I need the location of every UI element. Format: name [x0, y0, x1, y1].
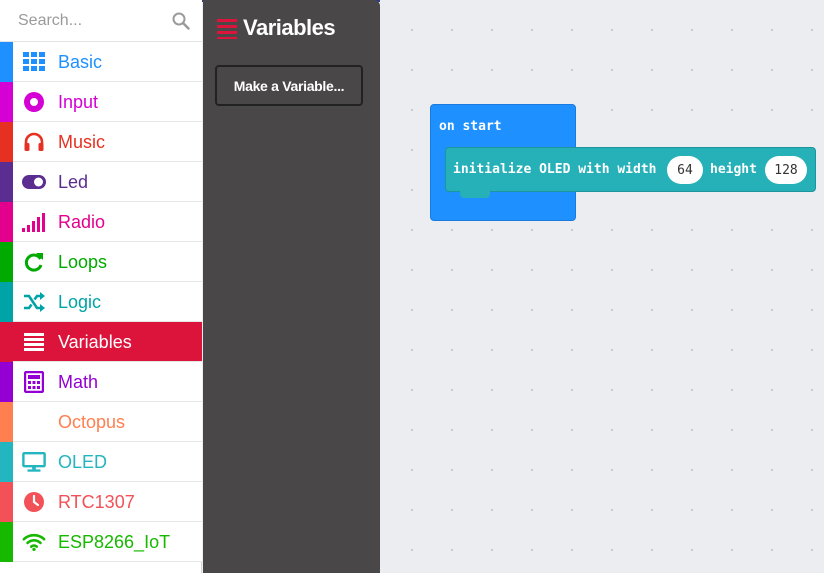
flyout-title: Variables — [243, 15, 336, 40]
category-color-bar — [0, 42, 13, 82]
category-basic[interactable]: Basic — [0, 42, 202, 82]
make-variable-button[interactable]: Make a Variable... — [215, 65, 363, 106]
headphones-icon — [22, 131, 46, 153]
category-oled[interactable]: OLED — [0, 442, 202, 482]
category-color-bar — [0, 282, 13, 322]
category-label: RTC1307 — [58, 492, 135, 512]
category-color-bar — [0, 402, 13, 442]
category-music[interactable]: Music — [0, 122, 202, 162]
initialize-oled-block[interactable]: initialize OLED with width 64 height 128 — [445, 147, 816, 192]
calculator-icon — [22, 371, 46, 393]
category-input[interactable]: Input — [0, 82, 202, 122]
clock-icon — [22, 491, 46, 513]
monitor-icon — [22, 451, 46, 473]
category-octopus[interactable]: Octopus — [0, 402, 202, 442]
category-label: ESP8266_IoT — [58, 532, 171, 552]
height-label: height — [710, 162, 757, 177]
toolbox: Search... Basic Input Music Led Radio Lo… — [0, 0, 202, 573]
category-loops[interactable]: Loops — [0, 242, 202, 282]
category-radio[interactable]: Radio — [0, 202, 202, 242]
blocks-workspace[interactable]: on start initialize OLED with width 64 h… — [380, 0, 824, 573]
width-value-input[interactable]: 64 — [667, 156, 703, 184]
category-color-bar — [0, 242, 13, 282]
category-label: Logic — [58, 292, 102, 312]
signal-bars-icon — [22, 211, 46, 233]
height-value-input[interactable]: 128 — [765, 156, 807, 184]
category-color-bar — [0, 482, 13, 522]
flyout-header: Variables — [217, 13, 336, 43]
grid-icon — [22, 51, 46, 73]
variables-flyout: Variables Make a Variable... — [203, 0, 380, 573]
category-label: Octopus — [58, 412, 126, 432]
category-label: Led — [58, 172, 89, 192]
init-block-label: initialize OLED with width — [453, 162, 657, 177]
category-color-bar — [0, 162, 13, 202]
on-start-label: on start — [439, 119, 502, 134]
list-lines-icon — [217, 19, 237, 39]
category-math[interactable]: Math — [0, 362, 202, 402]
block-notch — [460, 191, 490, 198]
category-color-bar — [0, 122, 13, 162]
category-label: Music — [58, 132, 106, 152]
search-icon[interactable] — [172, 12, 190, 30]
category-color-bar — [0, 322, 13, 362]
category-variables[interactable]: Variables — [0, 322, 202, 362]
category-label: Math — [58, 372, 99, 392]
category-esp8266-iot[interactable]: ESP8266_IoT — [0, 522, 202, 562]
category-color-bar — [0, 82, 13, 122]
category-led[interactable]: Led — [0, 162, 202, 202]
category-label: Input — [58, 92, 99, 112]
list-lines-icon — [22, 331, 46, 353]
toggle-icon — [22, 171, 46, 193]
refresh-icon — [22, 251, 46, 273]
wifi-icon — [22, 531, 46, 553]
category-label: Basic — [58, 52, 103, 72]
category-logic[interactable]: Logic — [0, 282, 202, 322]
category-color-bar — [0, 202, 13, 242]
search-input[interactable]: Search... — [18, 12, 82, 30]
record-icon — [22, 91, 46, 113]
category-rtc1307[interactable]: RTC1307 — [0, 482, 202, 522]
category-label: Loops — [58, 252, 108, 272]
category-color-bar — [0, 442, 13, 482]
category-label: Radio — [58, 212, 106, 232]
shuffle-icon — [22, 291, 46, 313]
category-label: Variables — [58, 332, 132, 352]
category-color-bar — [0, 362, 13, 402]
search-box[interactable]: Search... — [0, 0, 202, 42]
category-list: Basic Input Music Led Radio Loops Logic … — [0, 42, 202, 562]
category-label: OLED — [58, 452, 108, 472]
category-color-bar — [0, 522, 13, 562]
